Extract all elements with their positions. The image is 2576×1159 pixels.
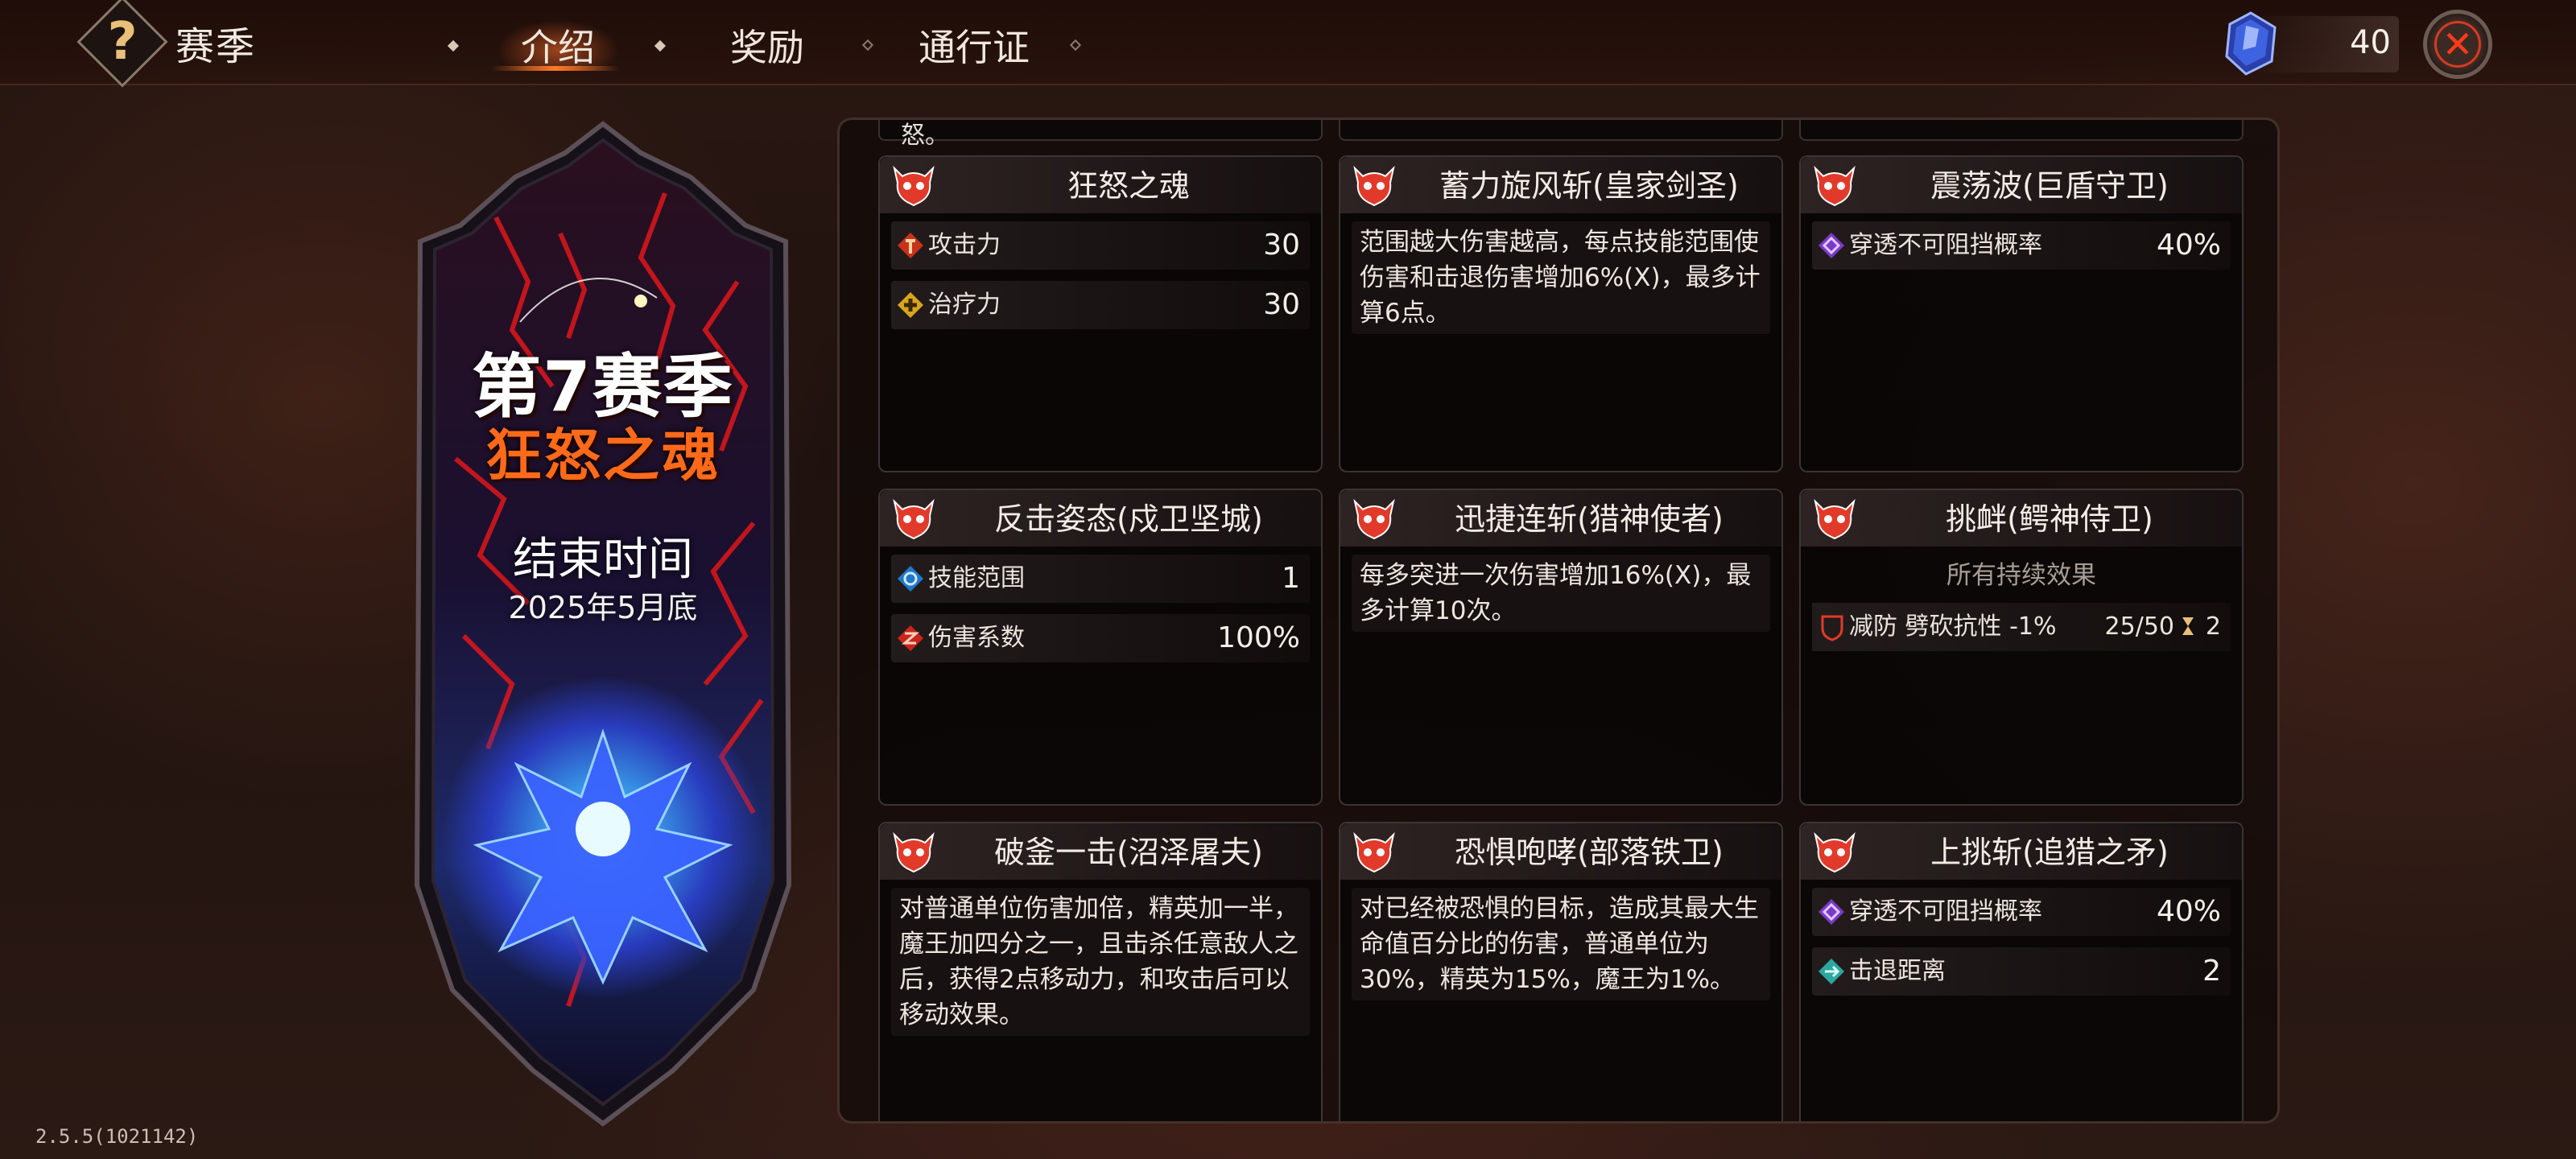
end-date: 2025年5月底 xyxy=(508,590,698,625)
skill-card[interactable]: 震荡波(巨盾守卫) 穿透不可阻挡概率 40% xyxy=(1799,155,2244,472)
stat-row: 治疗力 30 xyxy=(891,281,1310,329)
top-bar xyxy=(0,0,2576,85)
tab-intro[interactable]: 介绍 xyxy=(499,19,617,71)
season-banner: 第7赛季 狂怒之魂 结束时间 2025年5月底 xyxy=(399,121,807,1127)
end-time-label: 结束时间 xyxy=(513,534,693,586)
season-info-panel[interactable]: 怒。 狂怒之魂 攻击力 30 治疗力 30 蓄力旋风斩(皇家剑圣) 范围越大伤害… xyxy=(837,118,2280,1124)
stat-value: 1 xyxy=(1282,562,1300,595)
skill-card[interactable]: 挑衅(鳄神侍卫) 所有持续效果 减防 劈砍抗性 -1% 25/50 2 xyxy=(1799,489,2244,806)
skill-card[interactable]: 上挑斩(追猎之矛) 穿透不可阻挡概率 40% 击退距离 2 xyxy=(1799,822,2244,1121)
card-title: 挑衅(鳄神侍卫) xyxy=(1946,501,2153,537)
hourglass-icon xyxy=(2182,617,2194,635)
demon-skull-icon xyxy=(1353,498,1395,540)
demon-skull-icon xyxy=(1814,498,1856,540)
card-title: 震荡波(巨盾守卫) xyxy=(1930,168,2169,204)
gem-count: 40 xyxy=(2350,24,2391,61)
stat-row: 攻击力 30 xyxy=(891,221,1310,270)
effect-turns: 2 xyxy=(2205,612,2221,641)
heal-icon xyxy=(898,292,923,318)
demon-skull-icon xyxy=(1353,831,1395,873)
stat-row: 技能范围 1 xyxy=(891,555,1310,603)
stat-label: 技能范围 xyxy=(928,564,1025,592)
question-icon: ? xyxy=(107,12,138,72)
stat-value: 2 xyxy=(2202,955,2221,988)
card-description: 对已经被恐惧的目标，造成其最大生命值百分比的伤害，普通单位为30%，精英为15%… xyxy=(1352,888,1770,1000)
skill-card[interactable]: 破釜一击(沼泽屠夫) 对普通单位伤害加倍，精英加一半，魔王加四分之一，且击杀任意… xyxy=(878,822,1323,1121)
stat-label: 穿透不可阻挡概率 xyxy=(1849,231,2042,259)
card-title: 迅捷连斩(猎神使者) xyxy=(1455,501,1724,537)
partial-card xyxy=(1799,120,2244,141)
effect-stack: 25/50 xyxy=(2104,612,2174,641)
stat-label: 击退距离 xyxy=(1849,957,1946,985)
card-title: 上挑斩(追猎之矛) xyxy=(1930,835,2169,870)
card-description: 范围越大伤害越高，每点技能范围使伤害和击退伤害增加6%(X)，最多计算6点。 xyxy=(1352,221,1770,334)
card-title: 恐惧咆哮(部落铁卫) xyxy=(1455,835,1724,870)
demon-skull-icon xyxy=(1814,165,1856,207)
season-name: 狂怒之魂 xyxy=(485,423,720,489)
skill-card[interactable]: 反击姿态(戍卫坚城) 技能范围 1 伤害系数 100% xyxy=(878,489,1323,806)
pierce-icon xyxy=(1818,233,1844,258)
page-title: 赛季 xyxy=(175,24,257,69)
demon-skull-icon xyxy=(893,498,935,540)
stat-label: 伤害系数 xyxy=(928,624,1025,652)
tab-pass[interactable]: 通行证 xyxy=(902,19,1046,71)
stat-label: 攻击力 xyxy=(928,231,1001,259)
card-description: 对普通单位伤害加倍，精英加一半，魔王加四分之一，且击杀任意敌人之后，获得2点移动… xyxy=(891,888,1310,1036)
damage-coefficient-icon xyxy=(898,625,923,651)
demon-skull-icon xyxy=(893,165,935,207)
skill-card[interactable]: 狂怒之魂 攻击力 30 治疗力 30 xyxy=(878,155,1323,472)
partial-card-text: 怒。 xyxy=(901,122,949,150)
close-icon: ✕ xyxy=(2434,21,2481,68)
stat-value: 30 xyxy=(1263,229,1300,262)
demon-skull-icon xyxy=(893,831,935,873)
card-description: 每多突进一次伤害增加16%(X)，最多计算10次。 xyxy=(1352,555,1770,632)
blue-gem-icon xyxy=(2225,11,2277,76)
pierce-icon xyxy=(1818,899,1844,925)
version-label: 2.5.5(1021142) xyxy=(35,1125,199,1148)
all-effects-label: 所有持续效果 xyxy=(1946,561,2096,590)
knockback-icon xyxy=(1818,959,1844,984)
range-icon xyxy=(898,566,923,592)
card-title: 破釜一击(沼泽屠夫) xyxy=(994,835,1263,870)
skill-card[interactable]: 蓄力旋风斩(皇家剑圣) 范围越大伤害越高，每点技能范围使伤害和击退伤害增加6%(… xyxy=(1339,155,1783,472)
shield-debuff-icon xyxy=(1821,615,1843,641)
stat-label: 穿透不可阻挡概率 xyxy=(1849,897,2042,926)
demon-skull-icon xyxy=(1353,165,1395,207)
stat-row: 穿透不可阻挡概率 40% xyxy=(1812,221,2231,270)
card-title: 反击姿态(戍卫坚城) xyxy=(994,501,1263,537)
stat-row: 穿透不可阻挡概率 40% xyxy=(1812,888,2231,936)
close-button[interactable]: ✕ xyxy=(2423,10,2492,79)
tab-rewards[interactable]: 奖励 xyxy=(708,19,826,71)
card-title: 蓄力旋风斩(皇家剑圣) xyxy=(1439,168,1739,204)
active-tab-indicator xyxy=(491,66,620,71)
demon-skull-icon xyxy=(1814,831,1856,873)
stat-value: 40% xyxy=(2156,895,2221,928)
stat-value: 40% xyxy=(2156,229,2221,262)
effect-row: 减防 劈砍抗性 -1% 25/50 2 xyxy=(1812,603,2231,651)
stat-row: 击退距离 2 xyxy=(1812,947,2231,996)
skill-card[interactable]: 迅捷连斩(猎神使者) 每多突进一次伤害增加16%(X)，最多计算10次。 xyxy=(1339,489,1783,806)
stat-row: 伤害系数 100% xyxy=(891,614,1310,662)
skill-card[interactable]: 恐惧咆哮(部落铁卫) 对已经被恐惧的目标，造成其最大生命值百分比的伤害，普通单位… xyxy=(1339,822,1783,1121)
attack-icon xyxy=(898,233,923,258)
card-title: 狂怒之魂 xyxy=(1067,168,1190,204)
partial-card xyxy=(1339,120,1783,141)
stat-value: 30 xyxy=(1263,288,1300,321)
effect-text: 减防 劈砍抗性 -1% xyxy=(1849,612,2057,641)
stat-value: 100% xyxy=(1217,621,1300,654)
stat-label: 治疗力 xyxy=(928,291,1001,319)
